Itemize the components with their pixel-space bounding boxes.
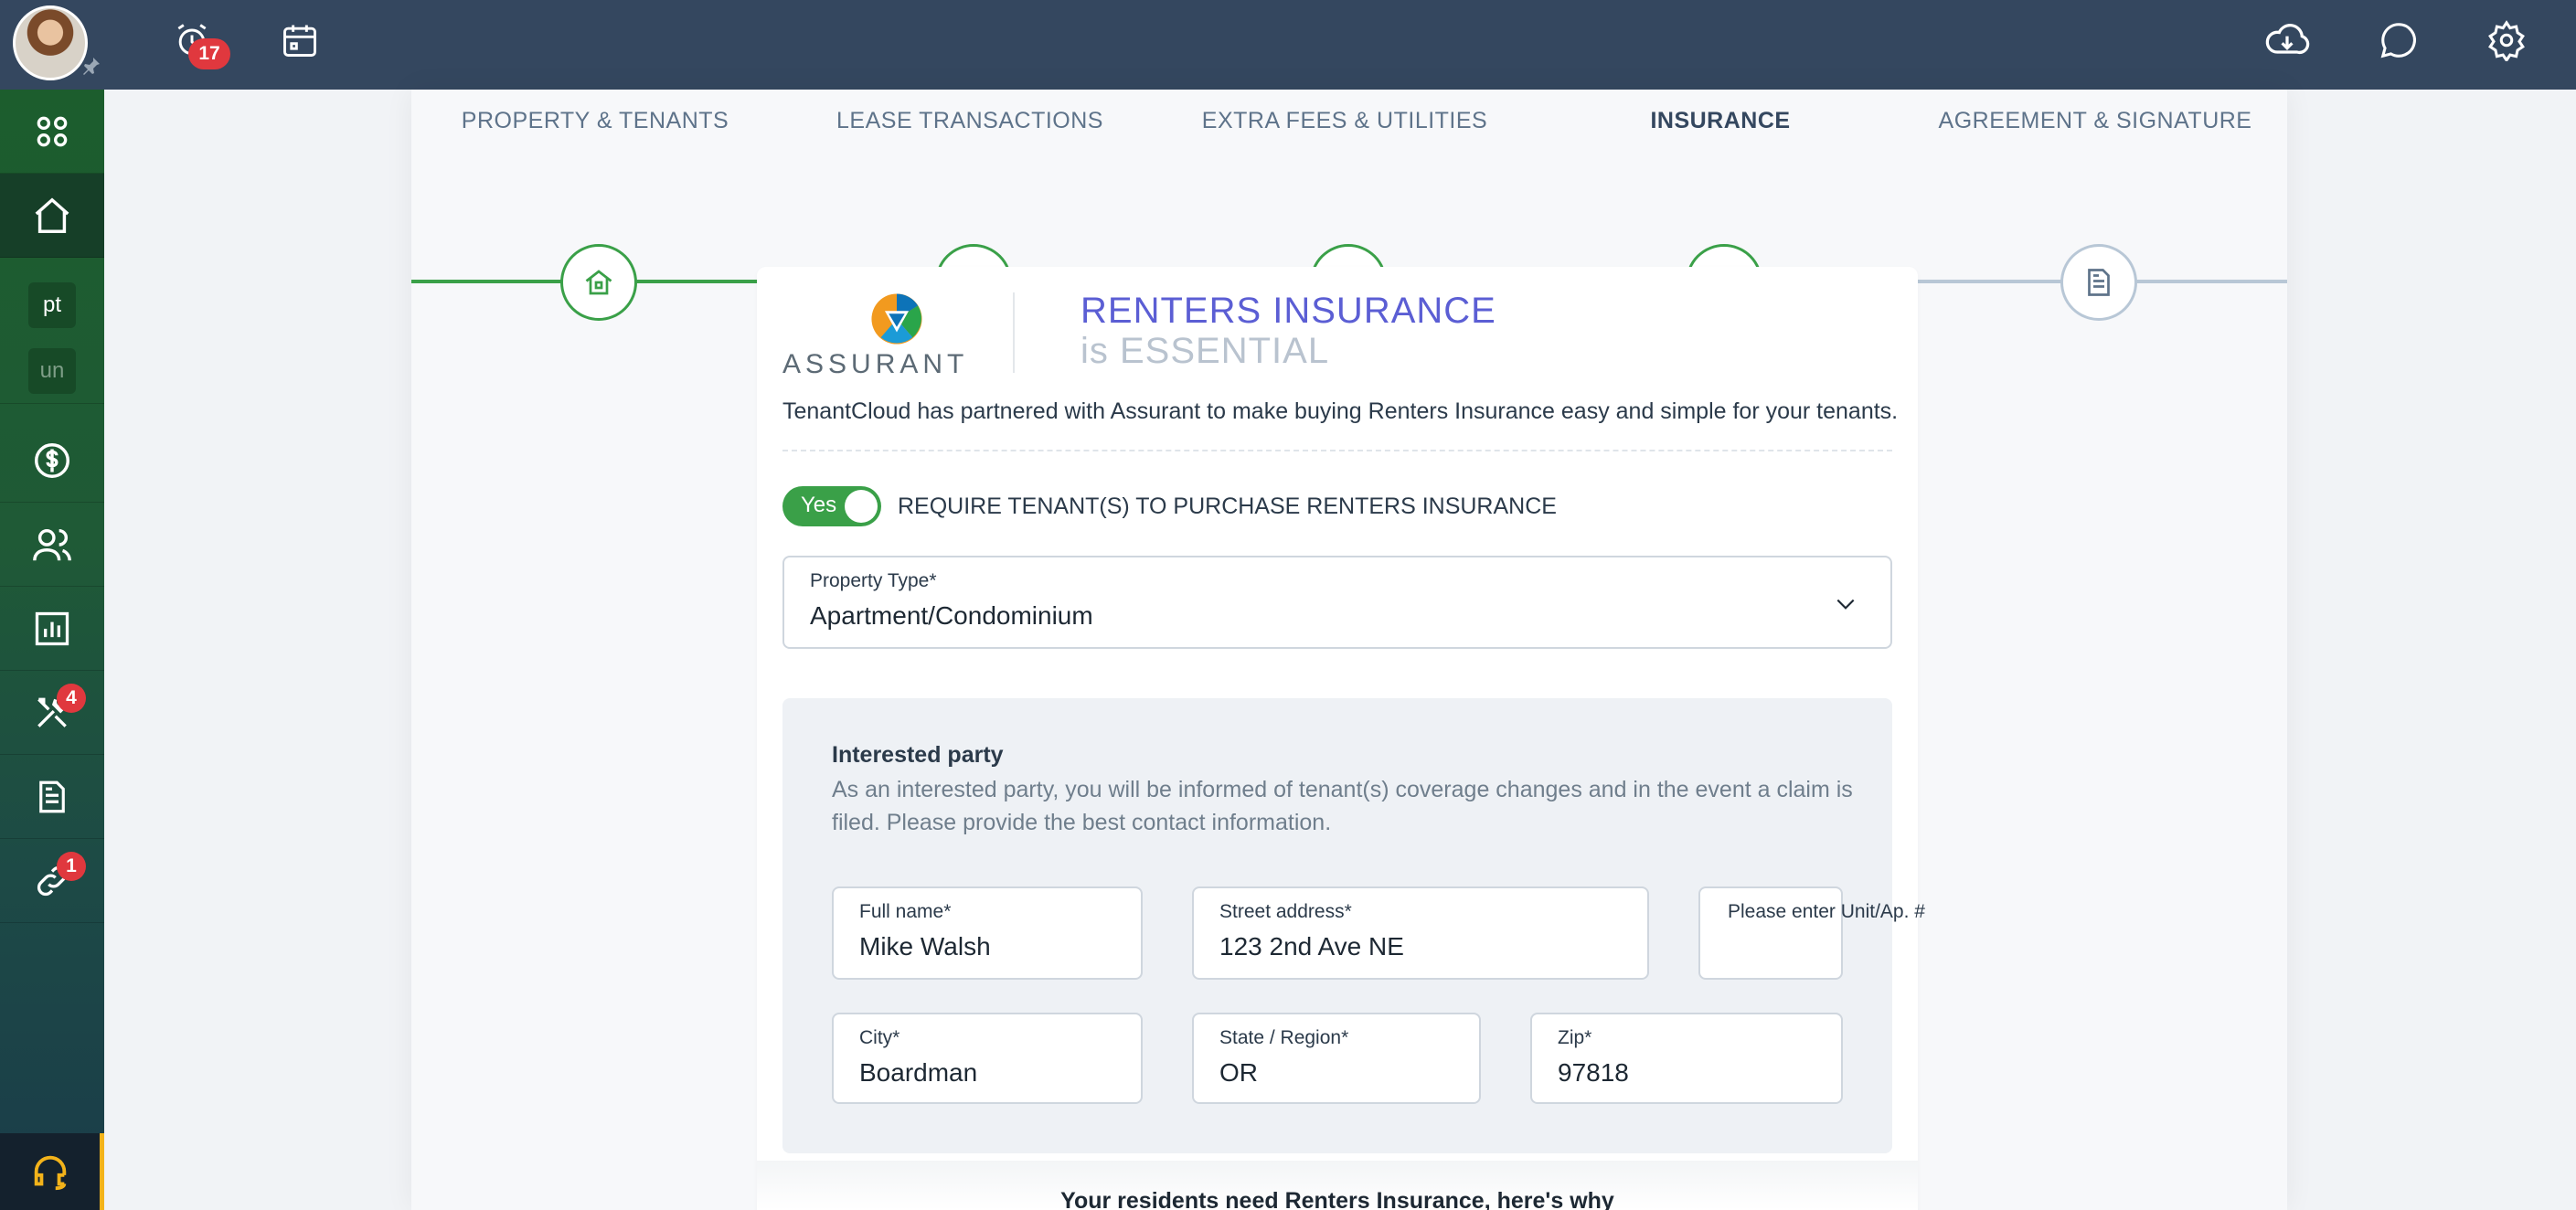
- street-address-label: Street address*: [1219, 901, 1352, 922]
- unit-placeholder: Please enter Unit/Ap. #: [1728, 901, 1925, 922]
- interested-party-title: Interested party: [832, 742, 1004, 768]
- contract-icon: [2088, 269, 2110, 296]
- city-label: City*: [859, 1027, 900, 1048]
- sidebar-item-maintenance[interactable]: 4: [0, 671, 104, 755]
- sidebar-item-documents[interactable]: [0, 755, 104, 839]
- step-agreement[interactable]: [2060, 244, 2137, 321]
- property-type-value: Apartment/Condominium: [810, 601, 1093, 630]
- home-icon: [35, 196, 69, 233]
- chat-icon: [2380, 23, 2416, 58]
- dollar-icon: [35, 442, 69, 478]
- chevron-down-icon: [1836, 599, 1855, 610]
- notifications-button[interactable]: 17: [168, 16, 230, 69]
- links-badge: 1: [57, 852, 86, 881]
- step-property[interactable]: [560, 244, 637, 321]
- renters-insurance-title: RENTERS INSURANCE: [1080, 291, 1496, 331]
- house-icon: [585, 270, 612, 295]
- notifications-badge: 17: [188, 38, 230, 69]
- sidebar-item-people[interactable]: [0, 503, 104, 587]
- state-label: State / Region*: [1219, 1027, 1349, 1048]
- sidebar-item-apps[interactable]: [0, 90, 104, 174]
- zip-field[interactable]: Zip* 97818: [1530, 1013, 1843, 1104]
- document-icon: [39, 780, 65, 812]
- city-field[interactable]: City* Boardman: [832, 1013, 1143, 1104]
- pin-icon: [83, 58, 100, 75]
- street-address-value: 123 2nd Ave NE: [1219, 932, 1404, 961]
- apps-grid-icon: [37, 116, 68, 146]
- property-type-select[interactable]: Property Type* Apartment/Condominium: [782, 556, 1892, 649]
- sidebar-item-un[interactable]: un: [0, 338, 104, 404]
- sidebar-item-reports[interactable]: [0, 587, 104, 671]
- sidebar-item-pt-label: pt: [28, 282, 76, 328]
- city-value: Boardman: [859, 1058, 978, 1087]
- property-type-label: Property Type*: [810, 570, 937, 591]
- sidebar-item-un-label: un: [28, 347, 76, 394]
- sidebar-item-payments[interactable]: [0, 419, 104, 503]
- step-label-lease[interactable]: LEASE TRANSACTIONS: [836, 108, 1103, 134]
- messages-button[interactable]: [2375, 16, 2422, 64]
- step-label-property[interactable]: PROPERTY & TENANTS: [462, 108, 729, 134]
- full-name-label: Full name*: [859, 901, 952, 922]
- interested-party-description: As an interested party, you will be info…: [832, 777, 1853, 835]
- require-insurance-toggle[interactable]: Yes: [782, 486, 881, 526]
- dashed-divider: [782, 450, 1892, 451]
- full-name-field[interactable]: Full name* Mike Walsh: [832, 886, 1143, 980]
- sidebar: pt un 4 1: [0, 90, 104, 1210]
- renters-insurance-subtitle: is ESSENTIAL: [1080, 331, 1330, 371]
- insurance-card: ASSURANT RENTERS INSURANCE is ESSENTIAL …: [757, 267, 1925, 1210]
- people-icon: [33, 528, 71, 560]
- zip-value: 97818: [1558, 1058, 1629, 1087]
- chart-icon: [35, 611, 69, 645]
- calendar-button[interactable]: [276, 16, 324, 64]
- sidebar-item-home[interactable]: [0, 174, 104, 258]
- why-heading: Your residents need Renters Insurance, h…: [1060, 1188, 1614, 1210]
- step-label-fees[interactable]: EXTRA FEES & UTILITIES: [1202, 108, 1487, 134]
- full-name-value: Mike Walsh: [859, 932, 991, 961]
- top-bar: 17: [0, 0, 2576, 90]
- state-value: OR: [1219, 1058, 1258, 1087]
- toggle-knob: [845, 490, 878, 523]
- state-field[interactable]: State / Region* OR: [1192, 1013, 1481, 1104]
- calendar-icon: [283, 25, 316, 57]
- assurant-wordmark: ASSURANT: [782, 349, 969, 379]
- maintenance-badge: 4: [57, 684, 86, 713]
- require-insurance-label: REQUIRE TENANT(S) TO PURCHASE RENTERS IN…: [898, 494, 1557, 519]
- headset-icon: [34, 1155, 66, 1191]
- assurant-logo-icon: [871, 293, 922, 345]
- settings-button[interactable]: [2483, 16, 2530, 64]
- download-button[interactable]: [2263, 16, 2311, 64]
- brand-divider: [1013, 292, 1015, 373]
- unit-field[interactable]: Please enter Unit/Ap. #: [1698, 886, 1925, 980]
- step-label-agreement[interactable]: AGREEMENT & SIGNATURE: [1939, 108, 2252, 134]
- street-address-field[interactable]: Street address* 123 2nd Ave NE: [1192, 886, 1649, 980]
- step-label-insurance[interactable]: INSURANCE: [1650, 108, 1790, 134]
- support-button[interactable]: [0, 1133, 104, 1210]
- avatar[interactable]: [13, 5, 88, 80]
- partner-text: TenantCloud has partnered with Assurant …: [782, 398, 1899, 424]
- sidebar-item-pt[interactable]: pt: [0, 272, 104, 338]
- toggle-yes-label: Yes: [801, 493, 837, 517]
- download-cloud-icon: [2265, 24, 2310, 55]
- interested-party-section: Interested party As an interested party,…: [782, 698, 1925, 1153]
- zip-label: Zip*: [1558, 1027, 1592, 1048]
- sidebar-item-links[interactable]: 1: [0, 839, 104, 923]
- gear-icon: [2488, 20, 2525, 61]
